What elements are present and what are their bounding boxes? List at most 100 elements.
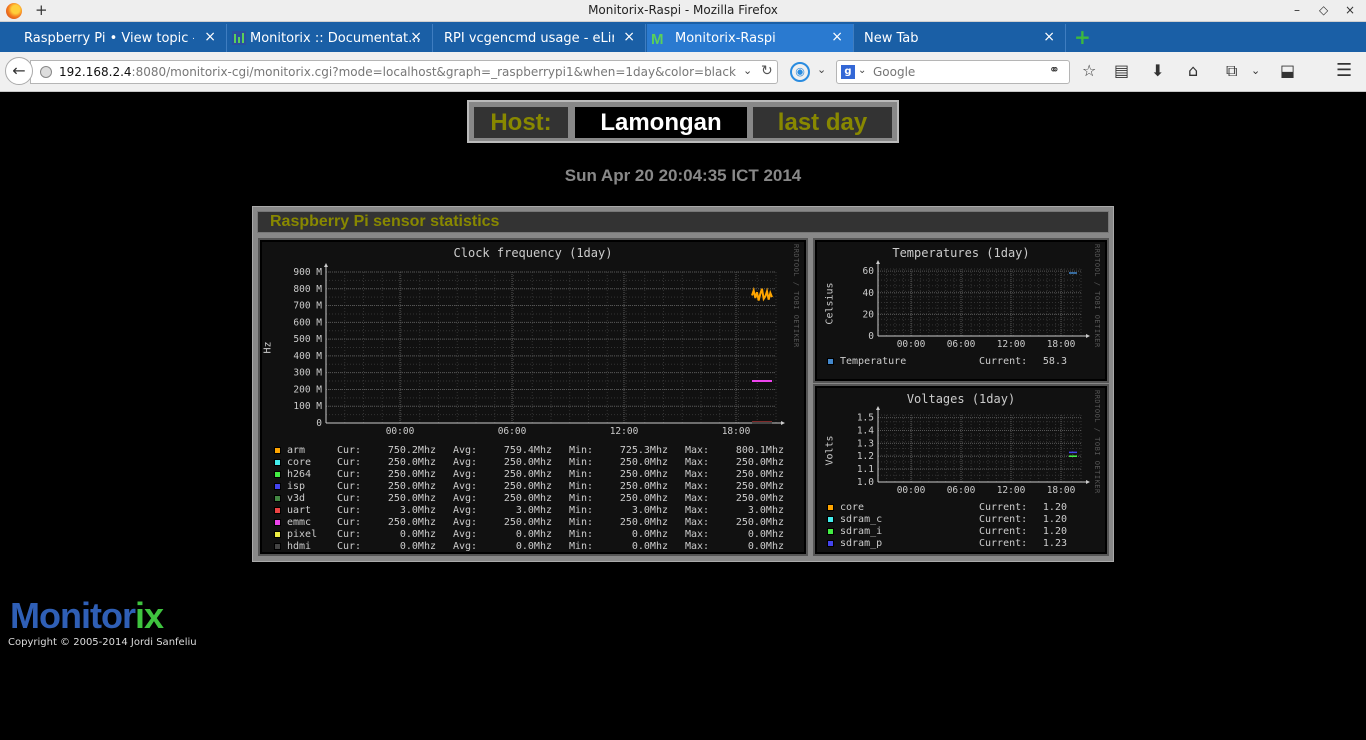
back-button[interactable]: ← [5,57,33,85]
binoculars-icon[interactable]: ⚭ [1049,63,1060,78]
y-tick-label: 600 M [293,317,322,328]
google-icon[interactable]: g [841,65,855,79]
search-input[interactable] [873,64,1043,80]
series-name: v3d [287,493,306,504]
search-engine-dropdown-icon[interactable]: ⌄ [858,65,866,76]
x-axis-arrow [1086,334,1090,338]
x-tick-label: 12:00 [997,339,1026,350]
tab-rpi-vcgencmd[interactable]: RPI vcgencmd usage - eLin... × [434,24,646,52]
legend-swatch [827,516,834,523]
y-tick-label: 60 [863,266,875,277]
tab-monitorix-docs[interactable]: Monitorix :: Documentat... × [228,24,433,52]
svg-text:M: M [651,31,664,45]
y-axis-arrow [876,260,880,264]
tab-close-icon[interactable]: × [1043,29,1055,45]
home-icon[interactable]: ⌂ [1188,62,1198,80]
series-name: core [840,502,865,513]
y-tick-label: 700 M [293,301,322,312]
url-history-dropdown-icon[interactable]: ⌄ [743,64,752,77]
addon-dropdown-icon[interactable]: ⌄ [817,63,826,76]
max-value: 0.0Mhz [747,541,784,552]
y-tick-label: 400 M [293,351,322,362]
tab-raspberry-pi-forum[interactable]: Raspberry Pi • View topic - ... × [0,24,227,52]
legend-row-hdmi: hdmi Cur: 0.0Mhz Avg: 0.0Mhz Min: 0.0Mhz Max: 0.… [274,541,784,553]
legend-swatch [827,540,834,547]
x-tick-label: 18:00 [1047,339,1076,350]
time-range-label: last day [753,107,892,138]
cur-label: Cur: [337,493,362,504]
stats-panel: Raspberry Pi sensor statistics Clock fre… [252,206,1114,562]
url-text[interactable]: 192.168.2.4:8080/monitorix-cgi/monitorix… [59,65,736,79]
host-name: Lamongan [575,107,747,138]
legend-swatch [827,358,834,365]
addon-icon[interactable]: ◉ [790,62,810,82]
avg-value: 250.0Mhz [503,481,552,492]
x-tick-label: 12:00 [997,485,1026,496]
x-tick-label: 00:00 [897,339,926,350]
min-value: 250.0Mhz [619,469,668,480]
reload-icon[interactable]: ↻ [761,63,773,79]
monitorix-logo[interactable]: Monitorix [10,596,164,636]
x-tick-label: 18:00 [722,426,751,437]
max-value: 250.0Mhz [735,493,784,504]
legend-row-core: core Current: 1.20 [827,502,1067,514]
globe-icon[interactable] [40,66,52,78]
url-host: 192.168.2.4 [59,65,132,79]
maximize-button[interactable]: ◇ [1319,2,1328,18]
new-window-button[interactable]: + [35,1,48,19]
y-tick-label: 1.3 [857,438,874,449]
reading-list-icon[interactable]: ▤ [1114,62,1129,80]
host-label: Host: [474,107,568,138]
max-value: 800.1Mhz [735,445,784,456]
screenshot-icon[interactable]: ⧉ [1226,62,1237,80]
firefox-logo-icon[interactable] [6,3,22,19]
cur-value: 0.0Mhz [399,541,436,552]
tab-close-icon[interactable]: × [410,29,422,45]
max-value: 250.0Mhz [735,469,784,480]
cur-label: Cur: [337,517,362,528]
avg-value: 250.0Mhz [503,517,552,528]
url-bar[interactable]: 192.168.2.4:8080/monitorix-cgi/monitorix… [30,60,778,84]
monitorix-favicon-icon: M [651,31,664,45]
x-axis-arrow [1086,480,1090,484]
download-icon[interactable]: ⬇ [1151,62,1164,80]
search-bar[interactable]: g ⌄ ⚭ [836,60,1070,84]
avg-value: 250.0Mhz [503,457,552,468]
monitorix-favicon-icon [232,31,246,45]
x-tick-label: 00:00 [897,485,926,496]
tab-close-icon[interactable]: × [623,29,635,45]
star-icon[interactable]: ☆ [1082,62,1096,80]
series-name: sdram_i [840,526,883,537]
y-tick-label: 40 [863,288,875,299]
legend-row-sdram_i: sdram_i Current: 1.20 [827,526,1067,538]
series-line-arm [751,286,773,302]
tab-label: Monitorix :: Documentat... [250,31,420,46]
new-tab-button[interactable]: + [1074,26,1091,48]
legend-swatch [274,471,281,478]
legend-swatch [274,495,281,502]
clock-frequency-graph[interactable]: Clock frequency (1day) RRDTOOL / TOBI OE… [258,238,808,556]
minimize-button[interactable]: – [1294,2,1300,18]
min-value: 725.3Mhz [619,445,668,456]
tab-new-tab[interactable]: New Tab × [855,24,1066,52]
tab-label: Monitorix-Raspi [675,31,776,46]
series-name: emmc [287,517,312,528]
voltages-graph[interactable]: Voltages (1day) RRDTOOL / TOBI OETIKER V… [813,384,1109,556]
screenshot-dropdown-icon[interactable]: ⌄ [1251,62,1260,80]
cur-value: 3.0Mhz [399,505,436,516]
tab-close-icon[interactable]: × [831,29,843,45]
legend-row-uart: uart Cur: 3.0Mhz Avg: 3.0Mhz Min: 3.0Mhz Max: 3.… [274,505,784,517]
current-value: 58.3 [1042,356,1067,367]
series-name: hdmi [287,541,312,552]
legend-swatch [274,543,281,550]
downloads-addon-icon[interactable]: ⬓ [1280,62,1295,80]
menu-icon[interactable]: ☰ [1336,62,1352,80]
current-value: 1.20 [1042,526,1067,537]
tab-close-icon[interactable]: × [204,29,216,45]
series-name: sdram_c [840,514,883,525]
tab-monitorix-raspi[interactable]: M Monitorix-Raspi × [647,24,854,52]
close-window-button[interactable]: × [1345,2,1355,18]
temperatures-graph[interactable]: Temperatures (1day) RRDTOOL / TOBI OETIK… [813,238,1109,383]
tab-label: RPI vcgencmd usage - eLin... [444,31,614,46]
x-tick-label: 06:00 [947,485,976,496]
